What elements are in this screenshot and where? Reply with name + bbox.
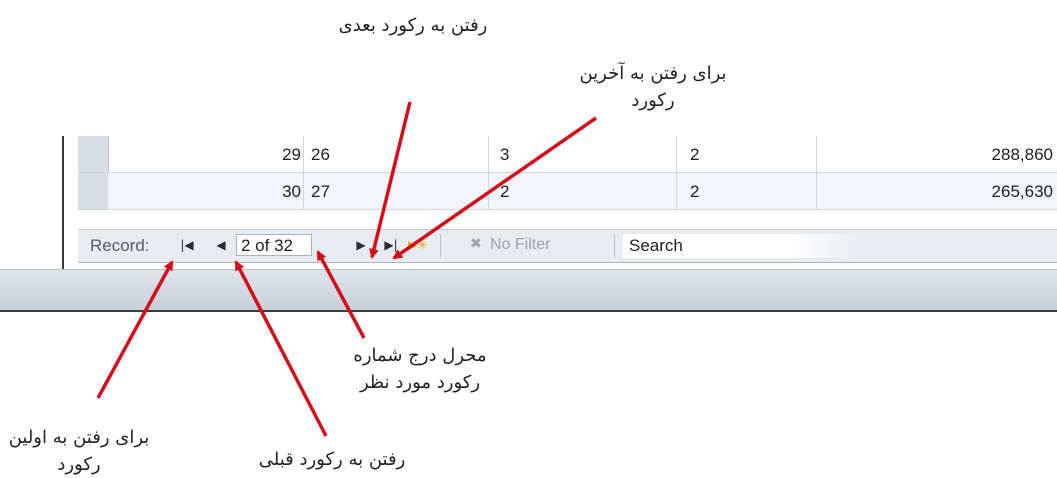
annotation-first-record: برای رفتن به اولین رکورد xyxy=(8,427,150,475)
annotation-record-input: محرل درج شماره رکورد مورد نظر xyxy=(353,345,487,393)
arrow-first-record xyxy=(96,260,174,399)
annotation-arrows xyxy=(96,101,597,437)
annotation-previous-record: رفتن به رکورد قبلی xyxy=(258,449,406,470)
annotation-last-record: برای رفتن به آخرین رکورد xyxy=(579,63,727,111)
arrow-previous-record xyxy=(234,260,328,437)
arrow-record-input xyxy=(316,250,366,339)
arrow-next-record xyxy=(369,101,412,259)
arrow-last-record xyxy=(392,116,597,260)
annotation-next-record: رفتن به رکورد بعدی xyxy=(338,15,488,36)
